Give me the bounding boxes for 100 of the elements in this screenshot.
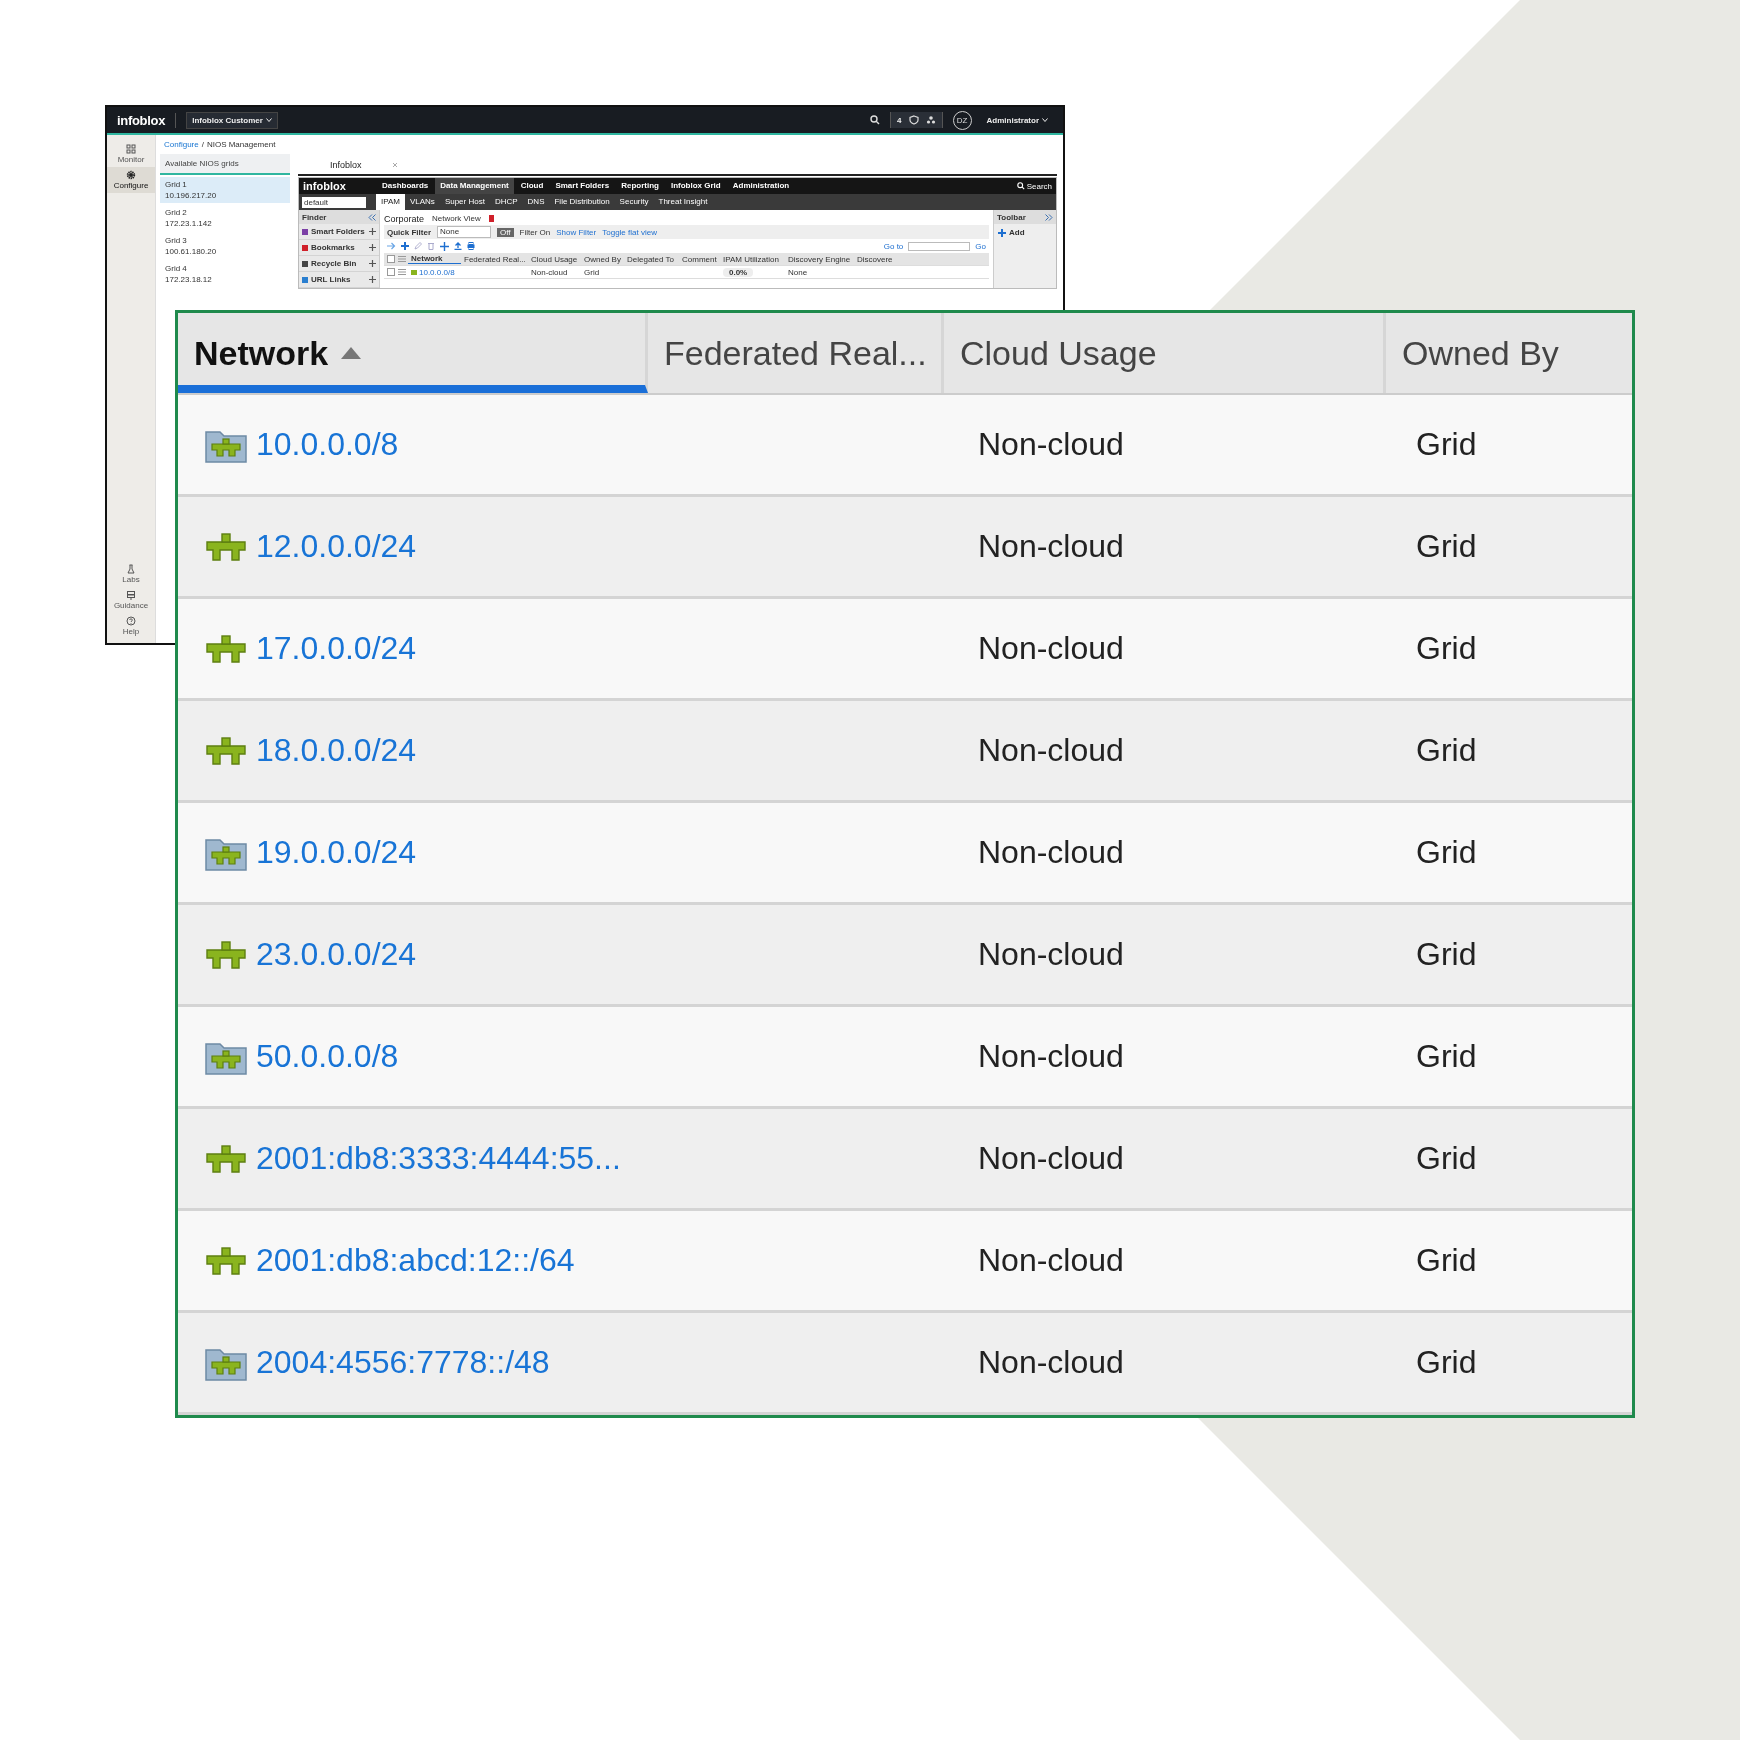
- finder-item[interactable]: Smart Folders: [311, 227, 366, 236]
- view-select[interactable]: default: [302, 196, 366, 208]
- notification-count[interactable]: 4: [897, 115, 902, 125]
- user-menu[interactable]: Administrator: [981, 112, 1053, 128]
- checkbox[interactable]: [387, 255, 395, 263]
- plus-icon[interactable]: [369, 244, 376, 251]
- nav-item[interactable]: Labs: [107, 561, 155, 587]
- sub-tab[interactable]: Super Host: [439, 194, 490, 210]
- nav-item[interactable]: Monitor: [107, 141, 155, 167]
- table-cell: Non-cloud: [978, 1038, 1124, 1075]
- page-title: Corporate: [384, 213, 425, 224]
- table-cell: Grid: [1416, 630, 1477, 667]
- search-icon[interactable]: [870, 115, 881, 125]
- bookmark-icon[interactable]: [488, 215, 494, 222]
- nav-item[interactable]: Configure: [107, 167, 155, 193]
- network-link[interactable]: 12.0.0.0/24: [256, 528, 417, 565]
- network-link[interactable]: 23.0.0.0/24: [256, 936, 417, 973]
- menu-tab[interactable]: Reporting: [616, 178, 664, 194]
- account-dropdown[interactable]: Infoblox Customer: [186, 111, 278, 129]
- toggle-label: Filter On: [519, 227, 551, 237]
- network-link[interactable]: 10.0.0.0/8: [256, 426, 399, 463]
- grid-list-item[interactable]: Grid 4 172.23.18.12: [160, 261, 290, 287]
- sort-ascending-icon: [340, 346, 363, 360]
- go-link[interactable]: Go: [975, 241, 986, 251]
- table-cell: Non-cloud: [978, 630, 1124, 667]
- menu-icon[interactable]: [398, 269, 406, 275]
- checkbox[interactable]: [387, 268, 395, 276]
- expand-icon[interactable]: [1045, 213, 1053, 221]
- caret-icon: [1042, 118, 1048, 122]
- signpost-icon: [126, 590, 136, 600]
- goto-label: Go to: [883, 241, 904, 251]
- nav-item[interactable]: Help: [107, 613, 155, 639]
- panel-title: Toolbar: [997, 212, 1026, 222]
- breadcrumb-separator: /: [201, 140, 204, 149]
- sub-tab[interactable]: Security: [614, 194, 654, 210]
- utilization-badge: 0.0%: [723, 267, 754, 277]
- view-label: Network View: [432, 214, 481, 223]
- menu-tab[interactable]: Dashboards: [377, 178, 434, 194]
- column-header[interactable]: Owned By: [581, 254, 624, 264]
- logo: infoblox: [117, 112, 177, 128]
- filter-select[interactable]: None: [437, 226, 491, 238]
- network-link[interactable]: 18.0.0.0/24: [256, 732, 417, 769]
- show-filter-link[interactable]: Show Filter: [556, 227, 597, 237]
- add-button[interactable]: Add: [1009, 228, 1025, 237]
- table-cell: Non-cloud: [978, 936, 1124, 973]
- network-link[interactable]: 50.0.0.0/8: [256, 1038, 399, 1075]
- search-icon[interactable]: [1016, 182, 1025, 190]
- plus-icon[interactable]: [369, 228, 376, 235]
- sub-tab[interactable]: IPAM: [376, 194, 405, 210]
- goto-field[interactable]: [908, 241, 971, 251]
- sub-tab[interactable]: VLANs: [404, 194, 440, 210]
- finder-item[interactable]: URL Links: [311, 275, 366, 284]
- network-link[interactable]: 2004:4556:7778::/48: [256, 1344, 550, 1381]
- menu-tab[interactable]: Smart Folders: [550, 178, 615, 194]
- grid-list-item[interactable]: Grid 3 100.61.180.20: [160, 233, 290, 259]
- filter-toggle[interactable]: Off: [497, 227, 514, 237]
- grid-list-item[interactable]: Grid 1 10.196.217.20: [160, 177, 290, 203]
- column-header[interactable]: Discovere: [854, 254, 897, 264]
- users-icon[interactable]: [925, 115, 936, 125]
- tab[interactable]: Infoblox: [330, 160, 362, 170]
- sub-tab[interactable]: Threat Insight: [653, 194, 713, 210]
- network-link[interactable]: 17.0.0.0/24: [256, 630, 417, 667]
- table-cell: Non-cloud: [978, 1242, 1124, 1279]
- menu-tab[interactable]: Data Management: [435, 178, 514, 194]
- column-header[interactable]: Federated Real...: [461, 254, 528, 264]
- upload-icon[interactable]: [454, 242, 462, 250]
- sub-tab[interactable]: File Distribution: [549, 194, 615, 210]
- breadcrumb-link[interactable]: Configure: [164, 140, 199, 149]
- finder-item[interactable]: Bookmarks: [311, 243, 366, 252]
- menu-tab[interactable]: Cloud: [515, 178, 549, 194]
- plus-icon[interactable]: [401, 242, 409, 250]
- column-header[interactable]: Comment: [679, 254, 720, 264]
- logo: infoblox: [302, 180, 347, 192]
- network-link[interactable]: 10.0.0.0/8: [419, 267, 455, 277]
- finder-item[interactable]: Recycle Bin: [311, 259, 366, 268]
- plus-icon[interactable]: [369, 260, 376, 267]
- table-cell: Grid: [1416, 1038, 1477, 1075]
- sub-tab[interactable]: DHCP: [489, 194, 523, 210]
- menu-tab[interactable]: Administration: [727, 178, 795, 194]
- network-link[interactable]: 19.0.0.0/24: [256, 834, 417, 871]
- network-link[interactable]: 2001:db8:abcd:12::/64: [256, 1242, 575, 1279]
- flat-view-link[interactable]: Toggle flat view: [602, 227, 657, 237]
- table-cell-text: None: [787, 267, 809, 277]
- column-header[interactable]: Delegated To: [624, 254, 679, 264]
- network-link[interactable]: 2001:db8:3333:4444:55...: [256, 1140, 621, 1177]
- nav-item[interactable]: Guidance: [107, 587, 155, 613]
- column-header[interactable]: Network: [408, 254, 461, 264]
- grid-list-item[interactable]: Grid 2 172.23.1.142: [160, 205, 290, 231]
- shield-icon[interactable]: [908, 115, 919, 125]
- column-header[interactable]: IPAM Utilization: [720, 254, 785, 264]
- sub-tab[interactable]: DNS: [522, 194, 550, 210]
- column-header[interactable]: Cloud Usage: [528, 254, 581, 264]
- column-header[interactable]: Owned By: [1386, 313, 1632, 393]
- column-header[interactable]: Discovery Engine: [785, 254, 854, 264]
- plus-icon[interactable]: [998, 228, 1006, 237]
- plus-icon[interactable]: [369, 276, 376, 283]
- printer-icon[interactable]: [467, 242, 475, 250]
- search-link[interactable]: Search: [1026, 181, 1052, 191]
- collapse-icon[interactable]: [368, 213, 376, 221]
- menu-tab[interactable]: Infoblox Grid: [665, 178, 726, 194]
